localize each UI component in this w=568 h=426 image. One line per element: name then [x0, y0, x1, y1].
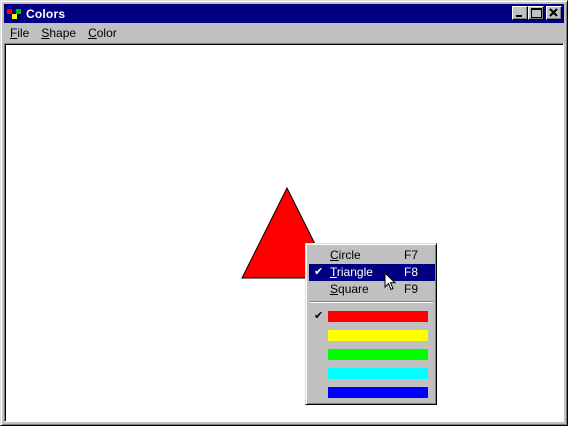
menu-item-color-cyan[interactable]: [309, 364, 435, 383]
menu-item-color-yellow[interactable]: [309, 326, 435, 345]
menu-item-circle[interactable]: Circle F7: [309, 247, 435, 264]
check-icon: ✔: [314, 266, 324, 278]
minimize-button[interactable]: [512, 6, 528, 20]
check-icon: ✔: [314, 310, 324, 322]
menu-item-color-red[interactable]: ✔: [309, 307, 435, 326]
menu-item-color-green[interactable]: [309, 345, 435, 364]
color-swatch-green: [328, 349, 428, 360]
menu-bar: File Shape Color: [4, 24, 564, 42]
drawing-canvas[interactable]: [4, 43, 564, 422]
menu-file[interactable]: File: [4, 24, 35, 42]
shortcut-label: F7: [404, 248, 419, 262]
close-button[interactable]: [546, 6, 562, 20]
menu-item-triangle[interactable]: ✔ Triangle F8: [309, 264, 435, 281]
minimize-icon: [516, 15, 522, 17]
menu-color[interactable]: Color: [82, 24, 123, 42]
menu-separator: [310, 301, 433, 303]
maximize-icon: [531, 8, 542, 18]
mouse-pointer-icon: [384, 272, 397, 291]
shortcut-label: F9: [404, 282, 419, 296]
shortcut-label: F8: [404, 265, 419, 279]
menu-item-color-blue[interactable]: [309, 383, 435, 402]
menu-item-square[interactable]: Square F9: [309, 281, 435, 298]
close-icon: [549, 8, 558, 17]
color-swatch-red: [328, 311, 428, 322]
app-window: Colors File Shape Color: [0, 0, 568, 426]
context-menu: Circle F7 ✔ Triangle F8 Square F9 ✔: [305, 243, 437, 405]
app-icon[interactable]: [6, 6, 22, 22]
color-swatch-cyan: [328, 368, 428, 379]
title-bar[interactable]: Colors: [4, 4, 564, 23]
color-swatch-yellow: [328, 330, 428, 341]
color-swatch-blue: [328, 387, 428, 398]
maximize-button[interactable]: [528, 6, 544, 20]
window-title: Colors: [26, 6, 66, 21]
menu-shape[interactable]: Shape: [35, 24, 82, 42]
